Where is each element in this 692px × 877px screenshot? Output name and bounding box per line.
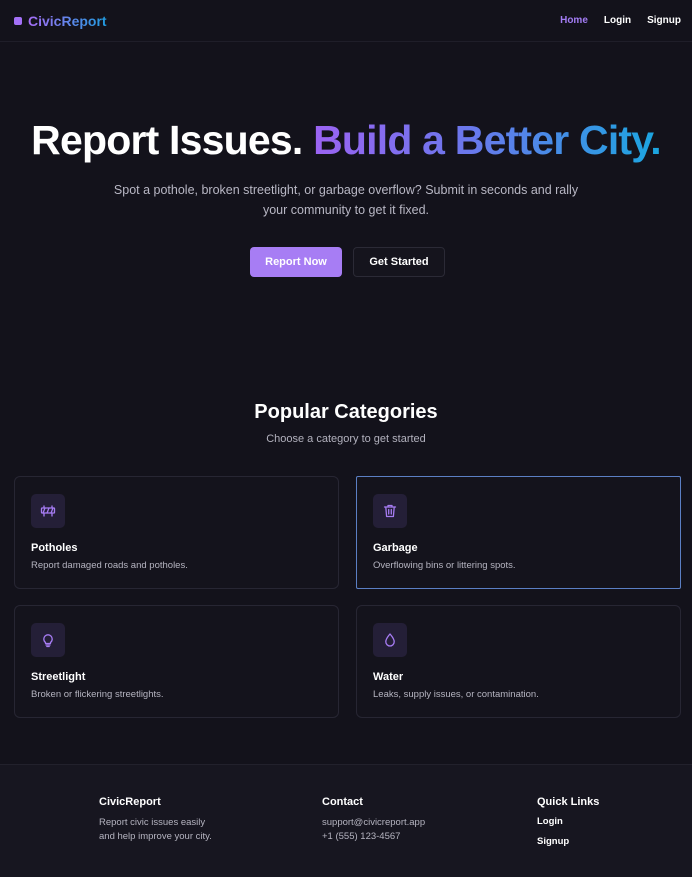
brand-name: CivicReport — [28, 12, 107, 29]
category-description: Broken or flickering streetlights. — [31, 689, 164, 700]
nav-link-login[interactable]: Login — [604, 15, 631, 26]
droplet-icon — [373, 623, 407, 657]
nav-links: Home Login Signup — [560, 15, 681, 26]
hero-title-gradient: Build a Better City. — [313, 117, 662, 163]
footer-contact-phone: +1 (555) 123-4567 — [322, 831, 401, 842]
category-description: Report damaged roads and potholes. — [31, 560, 188, 571]
hero-subtitle-line2: your community to get it fixed. — [262, 203, 430, 217]
nav-link-signup[interactable]: Signup — [647, 15, 681, 26]
footer-brand-line1: Report civic issues easily — [99, 817, 206, 828]
category-title: Water — [373, 671, 404, 683]
categories-subtitle: Choose a category to get started — [266, 433, 426, 445]
brand-logo[interactable]: CivicReport — [14, 13, 107, 29]
top-navbar: CivicReport Home Login Signup — [0, 0, 692, 42]
footer-quick-links-title: Quick Links — [537, 796, 600, 808]
footer-brand-text: Report civic issues easily and help impr… — [99, 816, 212, 844]
nav-link-home[interactable]: Home — [560, 15, 588, 26]
road-barrier-icon — [31, 494, 65, 528]
footer-link-signup[interactable]: Signup — [537, 832, 599, 852]
category-card-potholes[interactable]: Potholes Report damaged roads and pothol… — [14, 476, 339, 589]
lightbulb-icon — [31, 623, 65, 657]
trash-icon — [373, 494, 407, 528]
category-description: Leaks, supply issues, or contamination. — [373, 689, 539, 700]
category-title: Garbage — [373, 542, 418, 554]
hero-subtitle-line1: Spot a pothole, broken streetlight, or g… — [113, 183, 579, 197]
category-card-streetlight[interactable]: Streetlight Broken or flickering streetl… — [14, 605, 339, 718]
footer-contact-text: support@civicreport.app +1 (555) 123-456… — [322, 816, 425, 844]
footer-quick-links-column: Quick Links Login Signup — [537, 796, 599, 852]
categories-title: Popular Categories — [254, 401, 438, 423]
footer-brand-title: CivicReport — [99, 796, 161, 808]
category-card-water[interactable]: Water Leaks, supply issues, or contamina… — [356, 605, 681, 718]
footer-contact-title: Contact — [322, 796, 363, 808]
footer: CivicReport Report civic issues easily a… — [0, 764, 692, 877]
hero-title-plain: Report Issues. — [31, 117, 303, 163]
footer-brand-column: CivicReport Report civic issues easily a… — [99, 796, 212, 844]
category-title: Streetlight — [31, 671, 86, 683]
hero-title: Report Issues. Build a Better City. — [0, 117, 692, 164]
category-card-garbage[interactable]: Garbage Overflowing bins or littering sp… — [356, 476, 681, 589]
footer-contact-column: Contact support@civicreport.app +1 (555)… — [322, 796, 425, 844]
hero-subtitle: Spot a pothole, broken streetlight, or g… — [106, 180, 586, 220]
category-description: Overflowing bins or littering spots. — [373, 560, 516, 571]
brand-dot-icon — [14, 16, 22, 25]
get-started-button[interactable]: Get Started — [353, 247, 445, 277]
footer-contact-email[interactable]: support@civicreport.app — [322, 817, 425, 828]
footer-link-login[interactable]: Login — [537, 812, 599, 832]
category-title: Potholes — [31, 542, 78, 554]
footer-brand-line2: and help improve your city. — [99, 831, 212, 842]
report-now-button[interactable]: Report Now — [250, 247, 342, 277]
